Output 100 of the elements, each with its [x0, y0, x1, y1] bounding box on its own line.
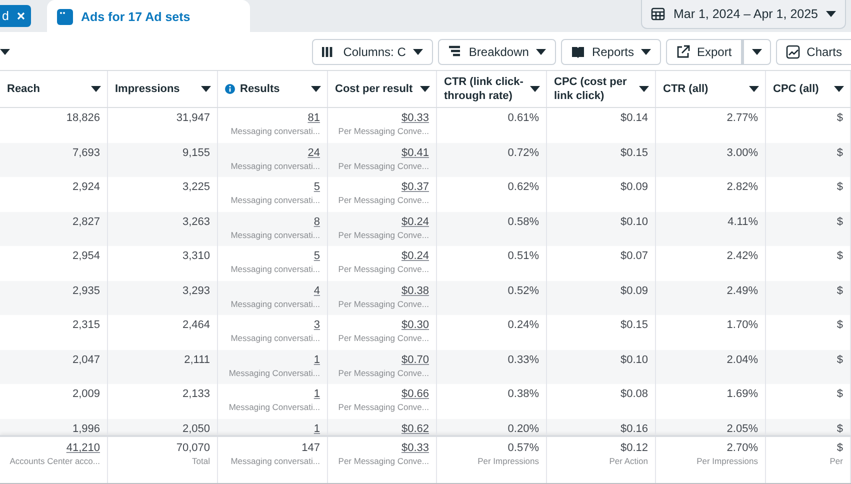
metric-link[interactable]: 5: [314, 180, 320, 194]
column-header[interactable]: CPC (cost per link click): [547, 71, 656, 107]
metric-value: $: [836, 249, 843, 263]
metric-link[interactable]: 41,210: [66, 441, 100, 455]
calendar-icon: [651, 7, 666, 21]
metric-value: $0.10: [620, 214, 648, 228]
metric-link[interactable]: $0.37: [401, 180, 429, 194]
metric-value: 2,924: [72, 180, 100, 194]
metric-value: $0.07: [620, 249, 648, 263]
book-icon: [570, 45, 585, 59]
metric-value: 2.70%: [726, 441, 758, 455]
toolbar-button[interactable]: Columns: C: [312, 39, 433, 65]
metric-value: $0.10: [620, 352, 648, 366]
metric-value: 3,225: [182, 180, 210, 194]
table-row[interactable]: 2,827 3,263 8 Messaging conversati... $0.24 Per Messaging Conve... 0.58% $0.10 4.11% $: [0, 212, 851, 246]
metric-value: $0.15: [620, 146, 648, 160]
metric-value: 0.57%: [508, 441, 539, 455]
metric-value: 0.24%: [508, 318, 539, 332]
metric-value: 0.72%: [508, 146, 539, 160]
table-row[interactable]: 1,996 2,050 1 $0.62 0.20% $0.16 2.05% $: [0, 418, 851, 435]
toolbar-button[interactable]: Charts: [776, 39, 851, 65]
metric-value: 3,310: [182, 249, 210, 263]
metric-caption: Accounts Center acco...: [10, 455, 100, 468]
column-header[interactable]: CTR (link click-through rate): [437, 71, 547, 107]
metric-value: 2.77%: [726, 111, 758, 125]
metric-caption: Per Messaging Conve...: [338, 228, 429, 242]
caret-icon: [826, 11, 836, 17]
metric-value: 4.11%: [728, 214, 758, 228]
metric-caption: Per Action: [609, 455, 648, 468]
metric-value: $0.14: [620, 111, 648, 125]
metric-link[interactable]: 4: [314, 284, 320, 298]
metric-link[interactable]: 1: [314, 387, 320, 401]
column-header[interactable]: Impressions: [108, 71, 218, 107]
column-header[interactable]: CTR (all): [656, 71, 766, 107]
metric-link[interactable]: $0.24: [401, 249, 429, 263]
metric-link[interactable]: $0.24: [401, 214, 429, 228]
tab[interactable]: Ads for 17 Ad sets: [46, 0, 250, 34]
dropdown-button[interactable]: [742, 39, 771, 65]
metric-link[interactable]: 8: [314, 214, 320, 228]
metric-value: 70,070: [176, 441, 210, 455]
tab[interactable]: d: [0, 5, 31, 27]
metric-link[interactable]: 3: [314, 318, 320, 332]
caret-icon: [530, 86, 540, 92]
caret-icon: [752, 49, 762, 55]
table-row[interactable]: 2,047 2,111 1 Messaging Conversati... $0.70 Per Messaging Conve... 0.33% $0.10 2.04% $: [0, 350, 851, 384]
toolbar-button[interactable]: Breakdown: [438, 39, 556, 65]
column-header[interactable]: Results: [218, 71, 328, 107]
metric-value: $: [836, 422, 843, 435]
metric-link[interactable]: $0.33: [401, 111, 429, 125]
metric-caption: Per Messaging Conve...: [338, 263, 429, 276]
metric-value: 0.52%: [508, 284, 539, 298]
metric-value: $0.16: [620, 422, 648, 435]
metric-value: 3.00%: [726, 146, 758, 160]
metric-caption: Per Impressions: [478, 455, 539, 468]
metric-value: 2,935: [72, 284, 100, 298]
metric-caption: Messaging Conversati...: [228, 366, 320, 380]
metric-value: 2,827: [72, 214, 100, 228]
metric-link[interactable]: 81: [308, 111, 320, 125]
metric-link[interactable]: 5: [314, 249, 320, 263]
metric-link[interactable]: $0.41: [401, 146, 429, 160]
info-icon: [225, 84, 235, 94]
metric-caption: Messaging conversati...: [230, 125, 320, 138]
metric-link[interactable]: 1: [314, 422, 320, 435]
date-range-button[interactable]: Mar 1, 2024 – Apr 1, 2025: [641, 0, 846, 29]
metric-value: 2,050: [182, 422, 210, 435]
metric-value: 1,996: [72, 422, 100, 435]
metric-value: 1.70%: [726, 318, 758, 332]
metric-caption: Per Messaging Conve...: [338, 298, 429, 310]
metric-value: 2,315: [72, 318, 100, 332]
caret-icon: [91, 86, 101, 92]
metric-caption: Messaging conversati...: [230, 298, 320, 310]
table-row[interactable]: 2,935 3,293 4 Messaging conversati... $0.38 Per Messaging Conve... 0.52% $0.09 2.49% $: [0, 280, 851, 315]
column-header[interactable]: Cost per result: [328, 71, 437, 107]
table-row[interactable]: 7,693 9,155 24 Messaging conversati... $0.41 Per Messaging Conve... 0.72% $0.15 3.00% $: [0, 142, 851, 177]
metric-link[interactable]: 24: [308, 146, 320, 160]
metric-value: 2.42%: [726, 249, 758, 263]
metric-link[interactable]: 1: [314, 352, 320, 366]
metric-value: 2.82%: [726, 180, 758, 194]
metric-link[interactable]: $0.70: [401, 352, 429, 366]
metric-value: $: [836, 387, 843, 401]
metric-link[interactable]: $0.30: [401, 318, 429, 332]
toolbar-button[interactable]: Export: [666, 39, 742, 65]
metric-value: 0.62%: [508, 180, 539, 194]
column-header[interactable]: Reach: [0, 71, 108, 107]
metric-value: 2,464: [182, 318, 210, 332]
metric-value: 0.51%: [508, 249, 539, 263]
metric-value: 3,293: [182, 284, 210, 298]
caret-icon: [639, 86, 649, 92]
chart-icon: [786, 45, 800, 59]
list-icon: [448, 45, 462, 59]
metric-value: $: [836, 352, 843, 366]
metric-value: $0.08: [620, 387, 648, 401]
metric-link[interactable]: $0.33: [401, 441, 429, 455]
metric-link[interactable]: $0.38: [401, 284, 429, 298]
toolbar-button[interactable]: Reports: [560, 39, 661, 65]
column-header[interactable]: CPC (all): [766, 71, 851, 107]
metric-link[interactable]: $0.66: [401, 387, 429, 401]
metric-link[interactable]: $0.62: [401, 422, 429, 435]
metric-caption: Per Messaging Conve...: [338, 332, 429, 345]
metric-value: 1.69%: [726, 387, 758, 401]
